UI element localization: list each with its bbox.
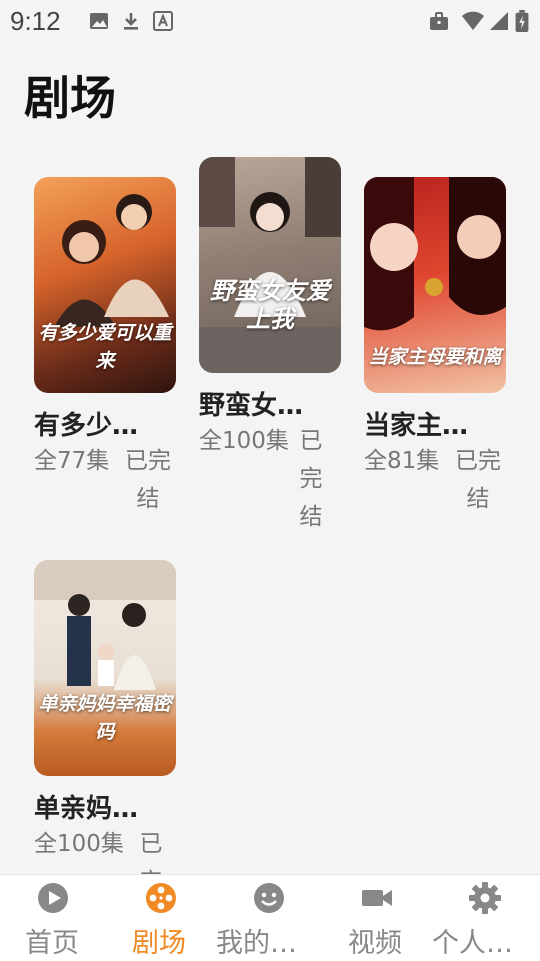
drama-title[interactable]: 单亲妈… [34, 788, 176, 825]
status-label: 已完结 [139, 831, 163, 874]
drama-poster[interactable]: 野蛮女友爱上我 [199, 157, 341, 373]
nav-label: 视频 [348, 928, 402, 959]
status-label: 已完结 [299, 428, 323, 530]
drama-title[interactable]: 野蛮女… [199, 385, 341, 422]
bottom-nav: 首页 剧场 我的… 视频 个人… [0, 874, 540, 961]
episode-count: 全100集 [199, 428, 289, 454]
drama-title[interactable]: 当家主… [364, 405, 506, 442]
nav-label: 首页 [25, 928, 79, 959]
status-label: 已完结 [455, 448, 501, 512]
film-reel-icon [146, 883, 176, 913]
poster-title: 当家主母要和离 [368, 346, 502, 368]
video-camera-icon [362, 890, 392, 906]
nav-theater[interactable]: 剧场 [124, 875, 200, 961]
drama-title[interactable]: 有多少… [34, 405, 176, 442]
nav-home[interactable]: 首页 [18, 875, 94, 961]
nav-profile[interactable]: 个人… [430, 875, 530, 961]
drama-poster[interactable]: 有多少爱可以重来 [34, 177, 176, 393]
episode-count: 全100集 [34, 831, 124, 857]
drama-poster[interactable]: 单亲妈妈幸福密码 [34, 560, 176, 776]
nav-label: 个人… [432, 928, 513, 959]
play-circle-icon [38, 883, 68, 913]
drama-poster[interactable]: 当家主母要和离 [364, 177, 506, 393]
poster-title: 有多少爱可以重来 [38, 322, 172, 372]
poster-title: 野蛮女友爱上我 [210, 276, 330, 333]
nav-label: 剧场 [132, 928, 186, 959]
nav-video[interactable]: 视频 [340, 875, 416, 961]
poster-art [199, 157, 341, 373]
nav-label: 我的… [216, 928, 297, 959]
status-label: 已完结 [125, 448, 171, 512]
episode-count: 全81集 [364, 448, 440, 474]
episode-count: 全77集 [34, 448, 110, 474]
gear-icon [469, 882, 501, 914]
drama-grid: 有多少爱可以重来 有多少… 全77集 已完结 野蛮女友爱上我 野蛮女… 全100… [0, 0, 540, 874]
nav-mine[interactable]: 我的… [214, 875, 314, 961]
poster-title: 单亲妈妈幸福密码 [38, 693, 172, 743]
smile-icon [254, 883, 284, 913]
